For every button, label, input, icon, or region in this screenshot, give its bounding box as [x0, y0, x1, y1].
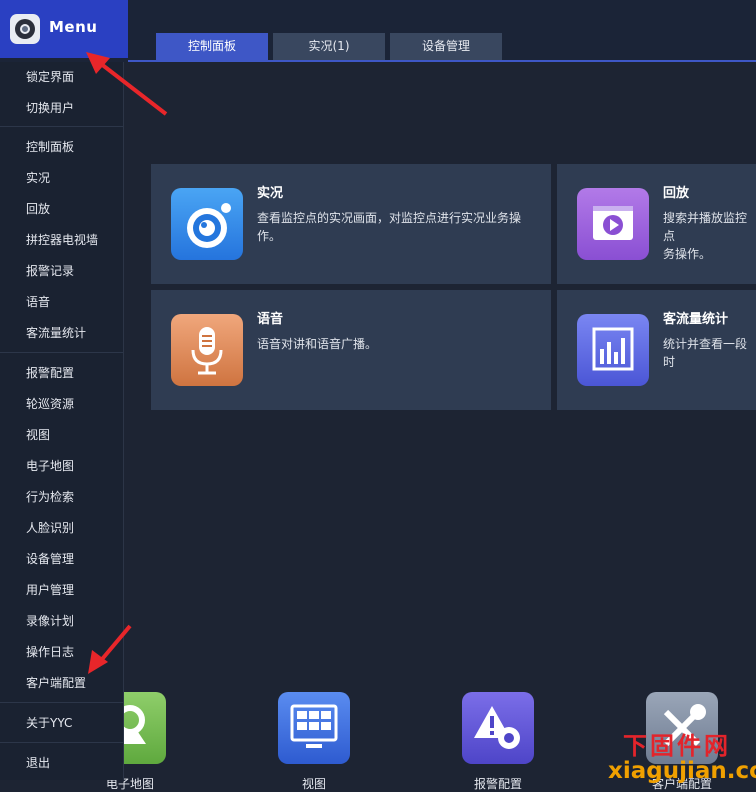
menu-item-view[interactable]: 视图	[0, 420, 123, 451]
menu-item-face-recognition[interactable]: 人脸识别	[0, 513, 123, 544]
menu-divider	[0, 702, 123, 703]
tab-live[interactable]: 实况(1)	[273, 33, 385, 60]
card-desc: 搜索并播放监控点务操作。	[663, 209, 753, 263]
menu-item-device-management[interactable]: 设备管理	[0, 544, 123, 575]
menu-item-about[interactable]: 关于YYC	[0, 708, 123, 739]
card-desc: 语音对讲和语音广播。	[257, 337, 378, 351]
tab-control-panel[interactable]: 控制面板	[156, 33, 268, 60]
card-title: 回放	[663, 186, 690, 201]
card-title: 语音	[257, 312, 284, 327]
menu-item-lock-screen[interactable]: 锁定界面	[0, 62, 123, 93]
menu-item-passenger-flow[interactable]: 客流量统计	[0, 318, 123, 349]
card-desc: 统计并查看一段时	[663, 337, 748, 369]
microphone-icon	[171, 314, 243, 386]
menu-item-emap[interactable]: 电子地图	[0, 451, 123, 482]
menu-item-playback[interactable]: 回放	[0, 194, 123, 225]
card-title: 实况	[257, 186, 284, 201]
menu-divider	[0, 352, 123, 353]
card-title: 客流量统计	[663, 312, 729, 327]
menu-item-alarm-records[interactable]: 报警记录	[0, 256, 123, 287]
menu-label: Menu	[49, 18, 98, 36]
card-live[interactable]: 实况 查看监控点的实况画面，对监控点进行实况业务操作。	[151, 164, 551, 284]
card-desc: 查看监控点的实况画面，对监控点进行实况业务操作。	[257, 211, 522, 243]
alarm-config-icon[interactable]	[462, 692, 534, 764]
tab-device-management[interactable]: 设备管理	[390, 33, 502, 60]
menu-item-user-management[interactable]: 用户管理	[0, 575, 123, 606]
menu-item-video-wall[interactable]: 拼控器电视墙	[0, 225, 123, 256]
menu-item-behavior-search[interactable]: 行为检索	[0, 482, 123, 513]
menu-item-control-panel[interactable]: 控制面板	[0, 132, 123, 163]
card-playback[interactable]: 回放 搜索并播放监控点务操作。	[557, 164, 756, 284]
bottom-label-alarm-config[interactable]: 报警配置	[438, 775, 558, 792]
card-desc-line1: 搜索并播放监控点	[663, 211, 748, 243]
card-voice[interactable]: 语音 语音对讲和语音广播。	[151, 290, 551, 410]
app-logo-icon	[10, 14, 40, 44]
bar-chart-icon	[577, 314, 649, 386]
menu-divider	[0, 742, 123, 743]
card-desc-line2: 务操作。	[663, 247, 712, 261]
menu-button[interactable]: Menu	[0, 0, 128, 58]
menu-item-exit[interactable]: 退出	[0, 748, 123, 779]
menu-item-operation-log[interactable]: 操作日志	[0, 637, 123, 668]
menu-item-recording-schedule[interactable]: 录像计划	[0, 606, 123, 637]
menu-item-voice[interactable]: 语音	[0, 287, 123, 318]
camera-icon	[171, 188, 243, 260]
tab-underline	[128, 60, 756, 62]
view-grid-icon[interactable]	[278, 692, 350, 764]
menu-divider	[0, 126, 123, 127]
menu-item-patrol-resources[interactable]: 轮巡资源	[0, 389, 123, 420]
playback-icon	[577, 188, 649, 260]
watermark-en: xiagujian.com	[608, 758, 756, 784]
card-passenger-flow[interactable]: 客流量统计 统计并查看一段时	[557, 290, 756, 410]
watermark-cn: 下固件网	[623, 732, 731, 760]
main-menu-dropdown: 锁定界面 切换用户 控制面板 实况 回放 拼控器电视墙 报警记录 语音 客流量统…	[0, 62, 124, 780]
menu-item-switch-user[interactable]: 切换用户	[0, 93, 123, 124]
menu-item-client-config[interactable]: 客户端配置	[0, 668, 123, 699]
bottom-label-view[interactable]: 视图	[254, 775, 374, 792]
menu-item-live[interactable]: 实况	[0, 163, 123, 194]
menu-item-alarm-config[interactable]: 报警配置	[0, 358, 123, 389]
